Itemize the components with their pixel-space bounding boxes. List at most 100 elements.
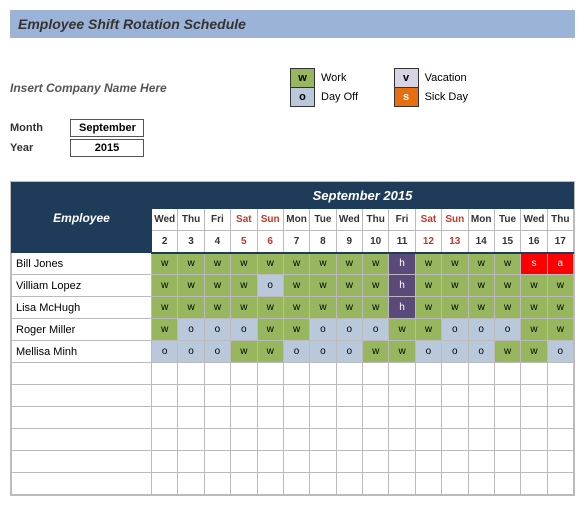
- shift-cell[interactable]: o: [204, 341, 230, 363]
- dow-header: Sun: [442, 209, 468, 231]
- shift-cell[interactable]: w: [257, 253, 283, 275]
- shift-cell[interactable]: h: [389, 297, 415, 319]
- table-row-empty[interactable]: [12, 451, 574, 473]
- legend-dayoff-label: Day Off: [315, 88, 365, 107]
- shift-cell[interactable]: w: [389, 319, 415, 341]
- shift-cell[interactable]: w: [521, 297, 547, 319]
- company-name-placeholder[interactable]: Insert Company Name Here: [10, 81, 290, 95]
- shift-cell[interactable]: w: [178, 297, 204, 319]
- shift-cell[interactable]: w: [178, 275, 204, 297]
- shift-cell[interactable]: w: [152, 297, 178, 319]
- shift-cell[interactable]: w: [231, 275, 257, 297]
- shift-cell[interactable]: w: [442, 275, 468, 297]
- shift-cell[interactable]: w: [415, 319, 441, 341]
- schedule-table[interactable]: EmployeeSeptember 2015WedThuFriSatSunMon…: [11, 182, 574, 495]
- shift-cell[interactable]: w: [283, 319, 309, 341]
- table-row-empty[interactable]: [12, 429, 574, 451]
- shift-cell[interactable]: w: [363, 341, 389, 363]
- shift-cell[interactable]: w: [283, 275, 309, 297]
- shift-cell[interactable]: o: [178, 319, 204, 341]
- shift-cell[interactable]: h: [389, 275, 415, 297]
- shift-cell[interactable]: w: [415, 297, 441, 319]
- shift-cell[interactable]: o: [310, 341, 336, 363]
- shift-cell[interactable]: w: [389, 341, 415, 363]
- shift-cell[interactable]: w: [204, 253, 230, 275]
- shift-cell[interactable]: o: [283, 341, 309, 363]
- shift-cell[interactable]: o: [442, 319, 468, 341]
- shift-cell[interactable]: w: [363, 253, 389, 275]
- shift-cell[interactable]: o: [468, 319, 494, 341]
- shift-cell[interactable]: w: [547, 297, 573, 319]
- shift-cell[interactable]: o: [468, 341, 494, 363]
- table-row[interactable]: Lisa McHughwwwwwwwwwhwwwwww: [12, 297, 574, 319]
- shift-cell[interactable]: w: [415, 253, 441, 275]
- shift-cell[interactable]: w: [494, 297, 520, 319]
- shift-cell[interactable]: w: [336, 253, 362, 275]
- legend-vacation-label: Vacation: [418, 69, 474, 88]
- shift-cell[interactable]: a: [547, 253, 573, 275]
- shift-cell[interactable]: w: [283, 297, 309, 319]
- shift-cell[interactable]: w: [521, 341, 547, 363]
- shift-cell[interactable]: w: [204, 275, 230, 297]
- table-row-empty[interactable]: [12, 385, 574, 407]
- table-row[interactable]: Roger Millerwooowwooowwoooww: [12, 319, 574, 341]
- dow-header: Fri: [389, 209, 415, 231]
- shift-cell[interactable]: w: [336, 275, 362, 297]
- shift-cell[interactable]: h: [389, 253, 415, 275]
- shift-cell[interactable]: w: [521, 275, 547, 297]
- shift-cell[interactable]: w: [152, 275, 178, 297]
- shift-cell[interactable]: o: [336, 341, 362, 363]
- shift-cell[interactable]: o: [415, 341, 441, 363]
- shift-cell[interactable]: w: [363, 275, 389, 297]
- shift-cell[interactable]: w: [310, 297, 336, 319]
- shift-cell[interactable]: w: [363, 297, 389, 319]
- shift-cell[interactable]: w: [336, 297, 362, 319]
- shift-cell[interactable]: w: [494, 253, 520, 275]
- shift-cell[interactable]: w: [494, 341, 520, 363]
- shift-cell[interactable]: w: [442, 297, 468, 319]
- year-input[interactable]: 2015: [70, 139, 144, 157]
- shift-cell[interactable]: w: [310, 253, 336, 275]
- shift-cell[interactable]: w: [231, 297, 257, 319]
- shift-cell[interactable]: w: [231, 253, 257, 275]
- shift-cell[interactable]: w: [547, 319, 573, 341]
- shift-cell[interactable]: w: [468, 275, 494, 297]
- shift-cell[interactable]: w: [415, 275, 441, 297]
- shift-cell[interactable]: w: [521, 319, 547, 341]
- shift-cell[interactable]: w: [204, 297, 230, 319]
- shift-cell[interactable]: w: [310, 275, 336, 297]
- table-row-empty[interactable]: [12, 363, 574, 385]
- shift-cell[interactable]: o: [257, 275, 283, 297]
- shift-cell[interactable]: w: [257, 319, 283, 341]
- shift-cell[interactable]: o: [231, 319, 257, 341]
- table-row[interactable]: Mellisa Minhooowwooowwooowwo: [12, 341, 574, 363]
- month-input[interactable]: September: [70, 119, 144, 137]
- shift-cell[interactable]: w: [178, 253, 204, 275]
- shift-cell[interactable]: o: [152, 341, 178, 363]
- shift-cell[interactable]: w: [152, 253, 178, 275]
- shift-cell[interactable]: w: [442, 253, 468, 275]
- table-row-empty[interactable]: [12, 407, 574, 429]
- shift-cell[interactable]: w: [257, 297, 283, 319]
- table-row[interactable]: Villiam Lopezwwwwowwwwhwwwwww: [12, 275, 574, 297]
- shift-cell[interactable]: o: [494, 319, 520, 341]
- shift-cell[interactable]: w: [547, 275, 573, 297]
- shift-cell[interactable]: o: [204, 319, 230, 341]
- shift-cell[interactable]: w: [283, 253, 309, 275]
- shift-cell[interactable]: w: [152, 319, 178, 341]
- shift-cell[interactable]: o: [547, 341, 573, 363]
- shift-cell[interactable]: o: [442, 341, 468, 363]
- shift-cell[interactable]: o: [336, 319, 362, 341]
- shift-cell[interactable]: o: [310, 319, 336, 341]
- shift-cell[interactable]: s: [521, 253, 547, 275]
- shift-cell[interactable]: w: [494, 275, 520, 297]
- shift-cell[interactable]: w: [257, 341, 283, 363]
- shift-cell[interactable]: o: [363, 319, 389, 341]
- shift-cell[interactable]: o: [178, 341, 204, 363]
- dow-header: Tue: [494, 209, 520, 231]
- table-row-empty[interactable]: [12, 473, 574, 495]
- shift-cell[interactable]: w: [231, 341, 257, 363]
- table-row[interactable]: Bill Joneswwwwwwwwwhwwwwsa: [12, 253, 574, 275]
- shift-cell[interactable]: w: [468, 253, 494, 275]
- shift-cell[interactable]: w: [468, 297, 494, 319]
